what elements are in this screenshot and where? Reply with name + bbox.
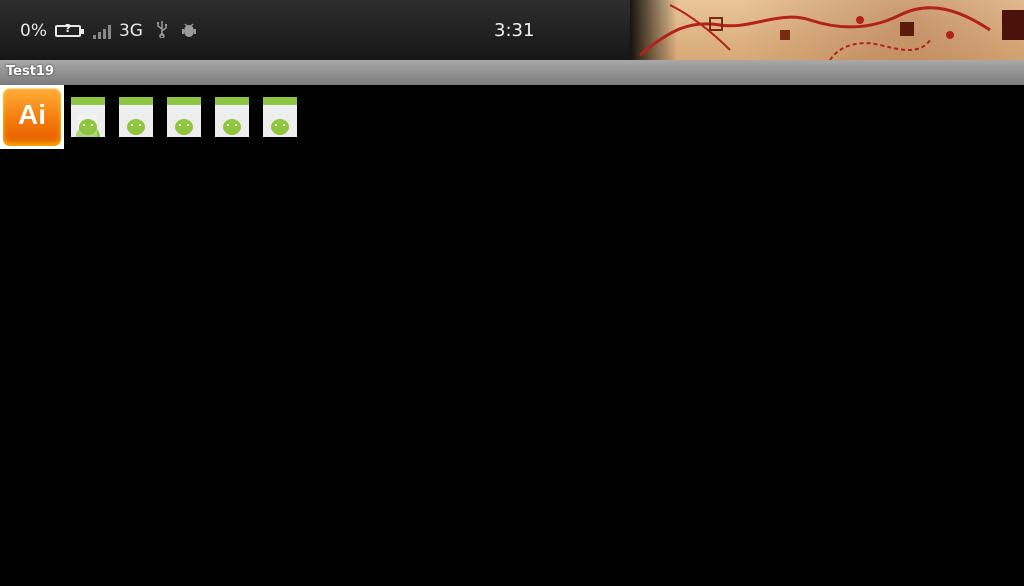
android-apk-icon[interactable] [215,97,249,137]
window-title: Test19 [6,64,55,79]
title-bar: Test19 [0,60,1024,85]
android-apk-icon[interactable] [263,97,297,137]
usb-icon [155,20,169,42]
battery-percent: 0% [20,21,47,41]
selected-file-item[interactable]: Ai [0,85,64,149]
battery-unknown-icon: ? [54,22,84,37]
status-bar: 0% ? 3G 3:31 [0,0,1024,60]
android-apk-icon[interactable] [119,97,153,137]
clock: 3:31 [494,20,535,41]
android-apk-icon[interactable] [167,97,201,137]
android-debug-icon [181,20,197,42]
illustrator-file-icon: Ai [3,88,61,146]
status-indicators: 0% ? 3G [20,18,197,44]
wallpaper-map-image [630,0,1024,60]
signal-icon [92,23,111,39]
network-type: 3G [118,21,143,41]
android-apk-icon[interactable] [71,97,105,137]
